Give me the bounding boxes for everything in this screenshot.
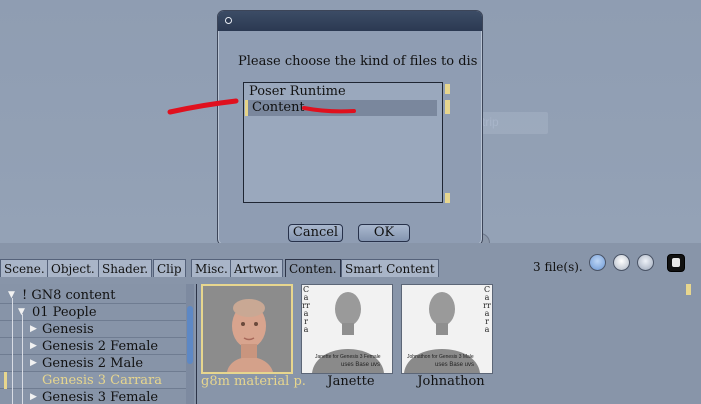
listbox-scrollbar[interactable] [445, 83, 450, 204]
thumbnail-side-label: Carrara [483, 285, 491, 334]
tree-scrollbar[interactable] [186, 284, 194, 404]
file-preview-image [301, 284, 393, 374]
tree-node-genesis-3-carrara[interactable]: Genesis 3 Carrara [0, 372, 186, 389]
file-preview-image [201, 284, 293, 374]
list-item-poser-runtime[interactable]: Poser Runtime [245, 84, 437, 100]
file-caption: g8m material p. [201, 374, 306, 389]
tab-object[interactable]: Object. [47, 259, 99, 277]
file-preview-image [401, 284, 493, 374]
caret-right-icon[interactable]: ▶ [30, 389, 37, 404]
file-count: 3 file(s). [533, 260, 583, 274]
content-tree: ▼ ! GN8 content ▼ 01 People ▶ Genesis ▶ … [0, 284, 193, 404]
dialog-prompt: Please choose the kind of files to dis [238, 54, 478, 69]
tree-connector [22, 314, 23, 404]
tab-scene[interactable]: Scene. [0, 259, 49, 277]
file-kind-listbox[interactable]: Poser Runtime Content [243, 82, 450, 203]
caret-right-icon[interactable]: ▶ [30, 338, 37, 355]
ok-button[interactable]: OK [358, 224, 410, 242]
tab-misc[interactable]: Misc. [191, 259, 232, 277]
tab-smart-content[interactable]: Smart Content [341, 259, 439, 277]
red-annotation-stroke-underline [302, 106, 356, 114]
file-kind-dialog: Please choose the kind of files to dis P… [217, 10, 483, 254]
panel-options-icon[interactable] [667, 254, 685, 272]
tree-node-genesis[interactable]: ▶ Genesis [0, 321, 186, 338]
view-mode-icon[interactable] [589, 254, 606, 271]
caret-right-icon[interactable]: ▶ [30, 321, 37, 338]
tab-shader[interactable]: Shader. [98, 259, 153, 277]
close-icon[interactable] [225, 17, 232, 24]
file-caption: Johnathon [417, 374, 485, 389]
tab-clip[interactable]: Clip [153, 259, 186, 277]
file-thumbnails-area: g8m material p. Carrara Janette for Gene… [196, 284, 701, 404]
list-view-icon[interactable] [637, 254, 654, 271]
tree-node-01-people[interactable]: ▼ 01 People [0, 304, 186, 321]
red-annotation-stroke-left [167, 98, 239, 115]
tree-scrollbar-thumb[interactable] [187, 306, 193, 364]
thumbnail-text: Johnathon for Genesis 3 Male [407, 354, 474, 360]
view-mode-icon-2[interactable] [613, 254, 630, 271]
thumbnail-side-label: Carrara [302, 285, 310, 334]
tree-node-genesis-2-female[interactable]: ▶ Genesis 2 Female [0, 338, 186, 355]
tree-node-genesis-3-female[interactable]: ▶ Genesis 3 Female [0, 389, 186, 404]
tab-artwork[interactable]: Artwor. [230, 259, 283, 277]
tab-content[interactable]: Conten. [285, 259, 341, 277]
thumbnail-subtext: uses Base uvs [435, 362, 475, 368]
cancel-button[interactable]: Cancel [288, 224, 343, 242]
file-caption: Janette [327, 374, 375, 389]
thumbnail-text: Janette for Genesis 3 Female [315, 354, 381, 360]
tree-node-gn8-content[interactable]: ▼ ! GN8 content [0, 287, 186, 304]
tree-connector [12, 298, 13, 404]
tree-node-genesis-2-male[interactable]: ▶ Genesis 2 Male [0, 355, 186, 372]
dialog-title-bar [218, 11, 482, 31]
thumbnail-subtext: uses Base uvs [341, 362, 381, 368]
caret-right-icon[interactable]: ▶ [30, 355, 37, 372]
content-scrollbar[interactable] [686, 284, 691, 295]
